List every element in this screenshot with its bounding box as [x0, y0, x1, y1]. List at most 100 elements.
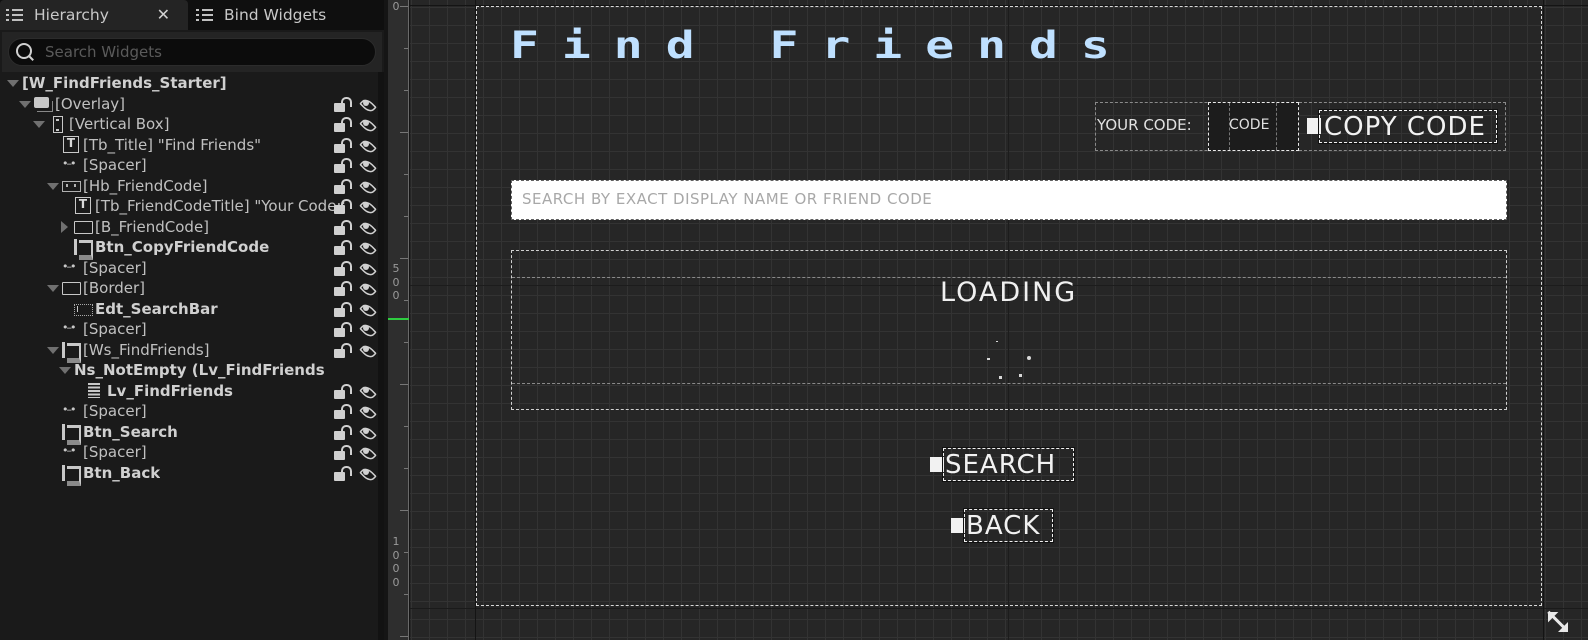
friend-search-input[interactable]	[522, 190, 1482, 208]
tree-item[interactable]: [Vertical Box]	[2, 114, 378, 135]
tree-item[interactable]: [Spacer]	[2, 442, 378, 463]
tree-item[interactable]: Btn_Back	[2, 463, 378, 486]
unlock-icon[interactable]	[334, 157, 352, 173]
tree-item[interactable]: [Spacer]	[2, 155, 378, 176]
tree-item-label: [Ws_FindFriends]	[83, 340, 210, 359]
tree-item[interactable]: [Hb_FriendCode]	[2, 176, 378, 197]
unlock-icon[interactable]	[334, 239, 352, 255]
canvas-axis-line	[410, 608, 1588, 609]
tab-bind-widgets[interactable]: Bind Widgets	[190, 0, 384, 30]
search-widgets-input[interactable]	[45, 43, 345, 61]
tree-item[interactable]: Btn_CopyFriendCode	[2, 237, 378, 261]
friend-search-bar[interactable]	[511, 180, 1507, 220]
tree-item-label: [Spacer]	[83, 156, 147, 175]
visibility-eye-icon[interactable]	[358, 158, 376, 172]
panel-splitter[interactable]	[378, 72, 384, 640]
ruler-tick	[404, 90, 408, 91]
tree-item[interactable]: Ns_NotEmpty (Lv_FindFriends)	[2, 360, 378, 381]
search-button-handle[interactable]	[930, 457, 944, 472]
tab-hierarchy[interactable]: Hierarchy ✕	[0, 0, 188, 30]
unlock-icon[interactable]	[334, 321, 352, 337]
visibility-eye-icon[interactable]	[358, 220, 376, 234]
tree-item-label: Btn_CopyFriendCode	[95, 238, 270, 257]
tree-item[interactable]: [B_FriendCode]	[2, 217, 378, 238]
tree-item[interactable]: [Tb_FriendCodeTitle] "Your Code:"	[2, 196, 378, 217]
tree-item-label: [Spacer]	[83, 402, 147, 421]
unlock-icon[interactable]	[334, 301, 352, 317]
text-widget-icon	[62, 135, 80, 153]
tree-item[interactable]: [Spacer]	[2, 258, 378, 279]
visibility-eye-icon[interactable]	[358, 466, 376, 480]
designer-canvas[interactable]: Find Friends YOUR CODE: CODE COPY CODE L…	[410, 0, 1588, 640]
tree-item[interactable]: Edt_SearchBar	[2, 299, 378, 320]
tree-item[interactable]: [Border]	[2, 278, 378, 299]
search-widgets-box[interactable]	[8, 38, 376, 66]
unlock-icon[interactable]	[334, 444, 352, 460]
unlock-icon[interactable]	[334, 96, 352, 112]
button-widget-icon	[62, 423, 81, 445]
unlock-icon[interactable]	[334, 342, 352, 358]
expand-arrow-down-icon[interactable]	[6, 77, 19, 89]
visibility-eye-icon[interactable]	[358, 404, 376, 418]
tree-item[interactable]: [Overlay]	[2, 94, 378, 115]
unlock-icon[interactable]	[334, 383, 352, 399]
visibility-eye-icon[interactable]	[358, 240, 376, 254]
ruler-tick	[404, 48, 408, 49]
overlay-widget-icon	[34, 96, 53, 112]
find-friends-switcher[interactable]	[511, 250, 1507, 410]
tree-item-label: [Hb_FriendCode]	[83, 176, 208, 195]
title-text[interactable]: Find Friends	[510, 26, 1133, 65]
unlock-icon[interactable]	[334, 260, 352, 276]
tree-item[interactable]: [Tb_Title] "Find Friends"	[2, 135, 378, 156]
close-icon[interactable]: ✕	[157, 5, 170, 24]
ruler-tick	[404, 468, 408, 469]
unlock-icon[interactable]	[334, 280, 352, 296]
expand-arrow-down-icon[interactable]	[46, 180, 59, 192]
unlock-icon[interactable]	[334, 403, 352, 419]
unlock-icon[interactable]	[334, 137, 352, 153]
unlock-icon[interactable]	[334, 198, 352, 214]
expand-arrow-down-icon[interactable]	[58, 364, 71, 376]
visibility-eye-icon[interactable]	[358, 179, 376, 193]
search-button[interactable]: SEARCH	[942, 447, 1075, 482]
visibility-eye-icon[interactable]	[358, 138, 376, 152]
unlock-icon[interactable]	[334, 424, 352, 440]
search-bar-container	[2, 32, 382, 72]
expand-arrow-right-icon[interactable]	[58, 220, 70, 233]
visibility-eye-icon[interactable]	[358, 199, 376, 213]
visibility-eye-icon[interactable]	[358, 343, 376, 357]
tree-item[interactable]: Btn_Search	[2, 422, 378, 445]
unlock-icon[interactable]	[334, 178, 352, 194]
expand-arrow-down-icon[interactable]	[32, 118, 45, 130]
unlock-icon[interactable]	[334, 465, 352, 481]
visibility-eye-icon[interactable]	[358, 281, 376, 295]
visibility-eye-icon[interactable]	[358, 445, 376, 459]
visibility-eye-icon[interactable]	[358, 261, 376, 275]
tree-item-label: [Spacer]	[83, 320, 147, 339]
unlock-icon[interactable]	[334, 116, 352, 132]
tree-item[interactable]: Lv_FindFriends	[2, 381, 378, 402]
visibility-eye-icon[interactable]	[358, 425, 376, 439]
unlock-icon[interactable]	[334, 219, 352, 235]
back-button[interactable]: BACK	[963, 508, 1054, 543]
tree-item[interactable]: [Spacer]	[2, 401, 378, 422]
visibility-eye-icon[interactable]	[358, 97, 376, 111]
expand-arrow-down-icon[interactable]	[18, 98, 31, 110]
visibility-eye-icon[interactable]	[358, 302, 376, 316]
resize-icon[interactable]	[1546, 610, 1568, 632]
expand-arrow-down-icon[interactable]	[46, 344, 59, 356]
visibility-eye-icon[interactable]	[358, 322, 376, 336]
button-widget-icon	[74, 239, 93, 261]
tree-item[interactable]: [Spacer]	[2, 319, 378, 340]
visibility-eye-icon[interactable]	[358, 384, 376, 398]
copy-code-button[interactable]: COPY CODE	[1318, 109, 1498, 144]
tree-item[interactable]: [W_FindFriends_Starter]	[2, 73, 378, 94]
tree-item[interactable]: [Ws_FindFriends]	[2, 340, 378, 363]
expand-arrow-down-icon[interactable]	[46, 282, 59, 294]
friend-code-box[interactable]: CODE	[1208, 102, 1299, 151]
visibility-eye-icon[interactable]	[358, 117, 376, 131]
back-button-handle[interactable]	[951, 518, 965, 533]
your-code-label[interactable]: YOUR CODE:	[1097, 116, 1192, 134]
